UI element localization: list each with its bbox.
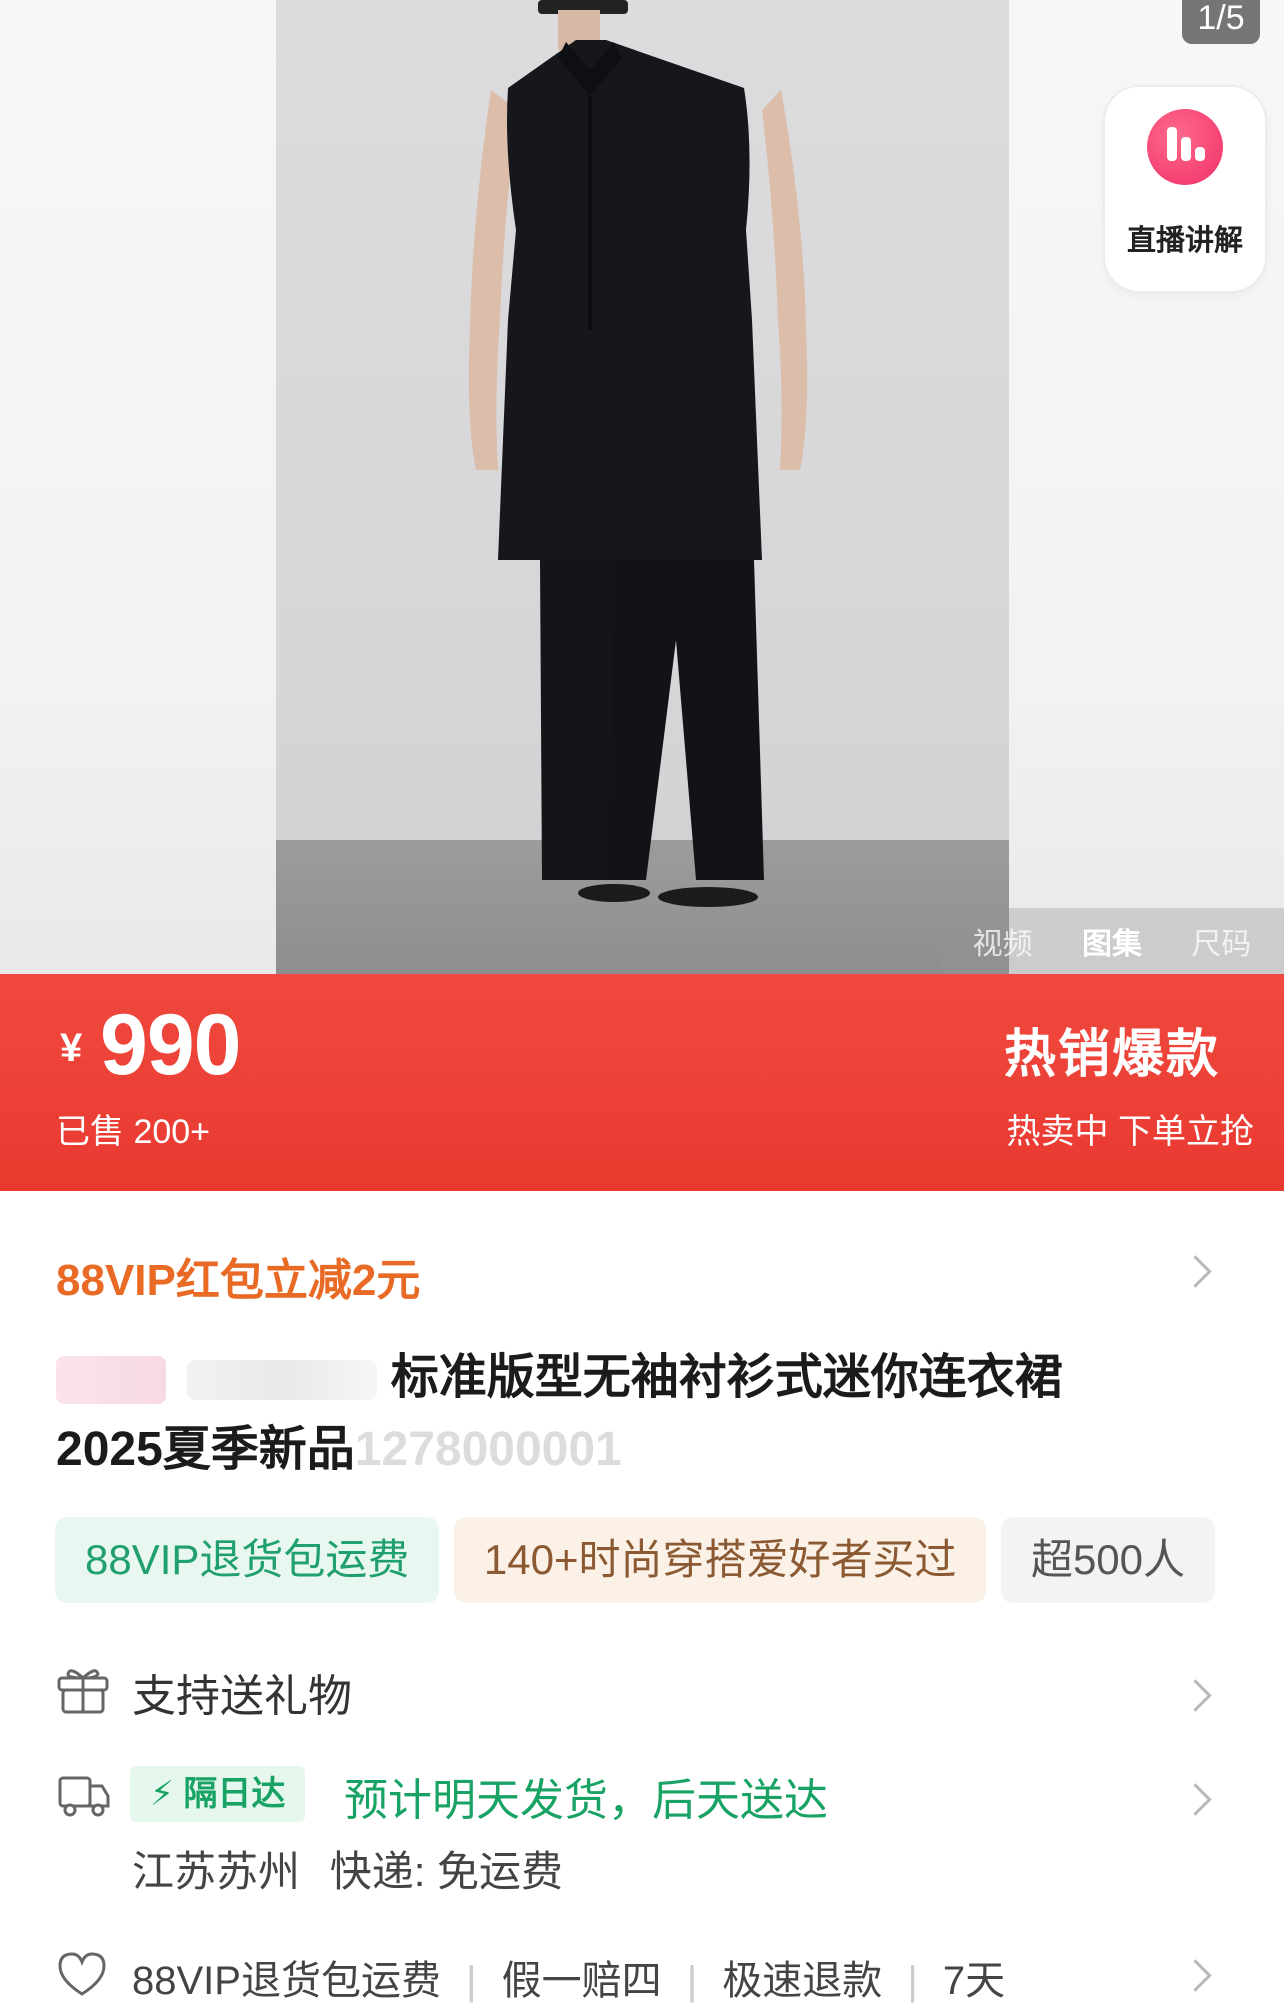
- vip-promo-text: 88VIP红包立减2元: [56, 1256, 421, 1305]
- currency-symbol: ¥: [60, 1026, 83, 1070]
- lightning-icon: ⚡: [150, 1775, 174, 1813]
- service-item: 假一赔四: [501, 1959, 662, 2003]
- gift-icon: [57, 1669, 109, 1714]
- tab-gallery[interactable]: 图集: [1082, 919, 1142, 963]
- price-amount: 990: [100, 997, 241, 1093]
- services-row[interactable]: 88VIP退货包运费 | 假一赔四 | 极速退款 | 7天: [0, 1948, 1284, 2008]
- ship-method: 快递: 免运费: [329, 1848, 564, 1895]
- chevron-right-icon: [1179, 1959, 1212, 1992]
- sold-count: 已售 200+: [56, 1113, 211, 1151]
- live-explain-button[interactable]: 直播讲解: [1105, 87, 1265, 291]
- model-figure: [468, 0, 808, 907]
- service-item: 7天: [942, 1959, 1006, 2003]
- live-label: 直播讲解: [1126, 225, 1243, 257]
- tab-size[interactable]: 尺码: [1191, 919, 1251, 963]
- service-list: 88VIP退货包运费 | 假一赔四 | 极速退款 | 7天: [132, 1959, 1006, 2003]
- gift-row[interactable]: 支持送礼物: [0, 1664, 1284, 1724]
- blurred-brand-name: [187, 1360, 378, 1401]
- ship-origin: 江苏苏州: [132, 1848, 301, 1895]
- next-day-label: 隔日达: [183, 1775, 286, 1813]
- vip-promo-row[interactable]: 88VIP红包立减2元: [0, 1230, 1284, 1310]
- tag-vip-return[interactable]: 88VIP退货包运费: [55, 1517, 440, 1603]
- chevron-right-icon: [1179, 1783, 1212, 1816]
- blurred-brand-logo: [56, 1356, 166, 1405]
- gift-label: 支持送礼物: [132, 1672, 352, 1721]
- delivery-estimate: 预计明天发货，后天送达: [344, 1776, 828, 1825]
- next-day-badge: ⚡ 隔日达: [130, 1766, 306, 1822]
- product-gallery[interactable]: 1/5 直播讲解 视频 图集 尺码: [0, 0, 1284, 974]
- tab-video[interactable]: 视频: [973, 919, 1033, 963]
- hot-sale-subtitle: 热卖中 下单立抢: [1006, 1113, 1254, 1151]
- tag-fashion-buyers[interactable]: 140+时尚穿搭爱好者买过: [453, 1517, 987, 1603]
- product-code: 1278000001: [354, 1423, 622, 1476]
- product-title: 标准版型无袖衬衫式迷你连衣裙 2025夏季新品1278000001: [56, 1342, 1236, 1486]
- chevron-right-icon: [1179, 1679, 1212, 1712]
- tag-strip[interactable]: 88VIP退货包运费 140+时尚穿搭爱好者买过 超500人: [55, 1517, 1284, 1603]
- service-item: 88VIP退货包运费: [132, 1959, 441, 2003]
- heart-shield-icon: [58, 1952, 106, 1996]
- service-item: 极速退款: [722, 1959, 883, 2003]
- media-tabs: 视频 图集 尺码: [940, 908, 1284, 974]
- image-counter: 1/5: [1182, 0, 1260, 44]
- price-band: ¥ 990 已售 200+ 热销爆款 热卖中 下单立抢: [0, 974, 1284, 1191]
- ship-origin-line: 江苏苏州 快递: 免运费: [132, 1838, 563, 1899]
- shipping-row[interactable]: ⚡ 隔日达 预计明天发货，后天送达 江苏苏州 快递: 免运费: [0, 1766, 1284, 1896]
- title-line-2: 2025夏季新品: [56, 1423, 355, 1476]
- hot-sale-title: 热销爆款: [1003, 1026, 1220, 1084]
- tag-over-500[interactable]: 超500人: [1000, 1517, 1216, 1603]
- product-photo[interactable]: [276, 0, 1009, 974]
- live-icon: [1147, 109, 1223, 185]
- truck-icon: [58, 1776, 110, 1817]
- title-line-1: 标准版型无袖衬衫式迷你连衣裙: [390, 1351, 1063, 1404]
- chevron-right-icon: [1179, 1255, 1212, 1288]
